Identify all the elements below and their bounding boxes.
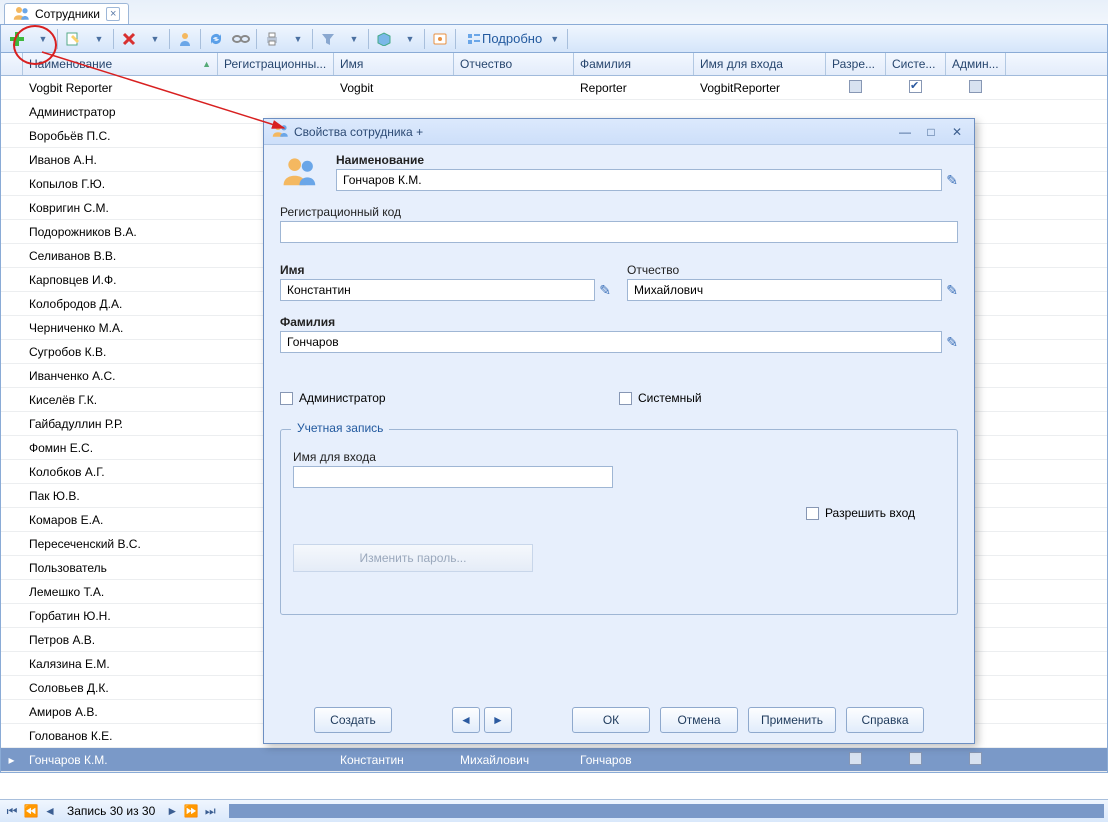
- col-name[interactable]: Наименование▲: [23, 53, 218, 75]
- refresh-button[interactable]: [204, 27, 228, 50]
- box-button[interactable]: [372, 27, 396, 50]
- label-reg: Регистрационный код: [280, 205, 958, 219]
- filter-dropdown[interactable]: ▼: [341, 27, 365, 50]
- create-button[interactable]: Создать: [314, 707, 392, 733]
- label-login: Имя для входа: [293, 450, 945, 464]
- pencil-icon[interactable]: ✎: [946, 282, 958, 299]
- dialog-title: Свойства сотрудника +: [294, 125, 423, 139]
- pager-text: Запись 30 из 30: [67, 804, 155, 818]
- col-login[interactable]: Имя для входа: [694, 53, 826, 75]
- label-sys: Системный: [638, 391, 702, 405]
- pager: ⏮ ⏪ ◄ Запись 30 из 30 ► ⏩ ⏭: [0, 799, 1108, 822]
- prev-button[interactable]: ◄: [452, 707, 480, 733]
- toolbar: ▼ ▼ ▼ ▼ ▼ ▼ Подробно ▼: [0, 24, 1108, 53]
- add-button[interactable]: [5, 27, 29, 50]
- edit-dropdown[interactable]: ▼: [86, 27, 110, 50]
- label-mn: Отчество: [627, 263, 958, 277]
- label-name: Наименование: [336, 153, 958, 167]
- pager-prev[interactable]: ◄: [42, 803, 58, 819]
- pencil-icon[interactable]: ✎: [946, 334, 958, 351]
- input-name[interactable]: [336, 169, 942, 191]
- close-icon[interactable]: ✕: [948, 125, 966, 139]
- grid-header: Наименование▲ Регистрационны... Имя Отче…: [1, 53, 1107, 76]
- detail-button[interactable]: Подробно ▼: [459, 27, 564, 50]
- col-allow[interactable]: Разре...: [826, 53, 886, 75]
- box-dropdown[interactable]: ▼: [397, 27, 421, 50]
- label-ln: Фамилия: [280, 315, 958, 329]
- pager-first[interactable]: ⏮: [4, 803, 20, 819]
- col-ln[interactable]: Фамилия: [574, 53, 694, 75]
- checkbox-sys[interactable]: [619, 392, 632, 405]
- label-admin: Администратор: [299, 391, 386, 405]
- input-reg[interactable]: [280, 221, 958, 243]
- employee-dialog: Свойства сотрудника + — □ ✕ Наименование…: [263, 118, 975, 744]
- table-row[interactable]: Vogbit ReporterVogbitReporterVogbitRepor…: [1, 76, 1107, 100]
- col-reg[interactable]: Регистрационны...: [218, 53, 334, 75]
- tab-employees[interactable]: Сотрудники ×: [4, 3, 129, 24]
- checkbox-admin[interactable]: [280, 392, 293, 405]
- help-button[interactable]: Справка: [846, 707, 924, 733]
- minimize-icon[interactable]: —: [896, 125, 914, 139]
- pager-last[interactable]: ⏭: [202, 803, 218, 819]
- link-button[interactable]: [229, 27, 253, 50]
- tab-close-icon[interactable]: ×: [106, 7, 120, 21]
- filter-button[interactable]: [316, 27, 340, 50]
- change-password-button: Изменить пароль...: [293, 544, 533, 572]
- pencil-icon[interactable]: ✎: [599, 282, 611, 299]
- people-icon: [13, 5, 31, 24]
- maximize-icon[interactable]: □: [922, 125, 940, 139]
- pencil-icon[interactable]: ✎: [946, 172, 958, 189]
- print-button[interactable]: [260, 27, 284, 50]
- col-sys[interactable]: Систе...: [886, 53, 946, 75]
- col-mn[interactable]: Отчество: [454, 53, 574, 75]
- delete-button[interactable]: [117, 27, 141, 50]
- ok-button[interactable]: ОК: [572, 707, 650, 733]
- pager-nextpage[interactable]: ⏩: [183, 803, 199, 819]
- edit-button[interactable]: [61, 27, 85, 50]
- input-fn[interactable]: [280, 279, 595, 301]
- detail-label: Подробно: [482, 31, 548, 46]
- dialog-titlebar[interactable]: Свойства сотрудника + — □ ✕: [264, 119, 974, 145]
- apply-button[interactable]: Применить: [748, 707, 836, 733]
- col-adm[interactable]: Админ...: [946, 53, 1006, 75]
- col-fn[interactable]: Имя: [334, 53, 454, 75]
- pager-next[interactable]: ►: [164, 803, 180, 819]
- table-row[interactable]: ▸Гончаров К.М.КонстантинМихайловичГончар…: [1, 748, 1107, 772]
- print-dropdown[interactable]: ▼: [285, 27, 309, 50]
- pager-prevpage[interactable]: ⏪: [23, 803, 39, 819]
- card-button[interactable]: [428, 27, 452, 50]
- input-ln[interactable]: [280, 331, 942, 353]
- detail-icon: [466, 31, 482, 47]
- delete-dropdown[interactable]: ▼: [142, 27, 166, 50]
- label-fn: Имя: [280, 263, 611, 277]
- group-title: Учетная запись: [291, 421, 389, 435]
- people-icon: [280, 153, 322, 189]
- input-login[interactable]: [293, 466, 613, 488]
- group-account: Учетная запись Имя для входа Разрешить в…: [280, 429, 958, 615]
- people-icon: [272, 122, 290, 141]
- label-allow: Разрешить вход: [825, 506, 915, 520]
- user-button[interactable]: [173, 27, 197, 50]
- cancel-button[interactable]: Отмена: [660, 707, 738, 733]
- next-button[interactable]: ►: [484, 707, 512, 733]
- add-dropdown[interactable]: ▼: [30, 27, 54, 50]
- checkbox-allow[interactable]: [806, 507, 819, 520]
- tab-label: Сотрудники: [35, 7, 100, 21]
- input-mn[interactable]: [627, 279, 942, 301]
